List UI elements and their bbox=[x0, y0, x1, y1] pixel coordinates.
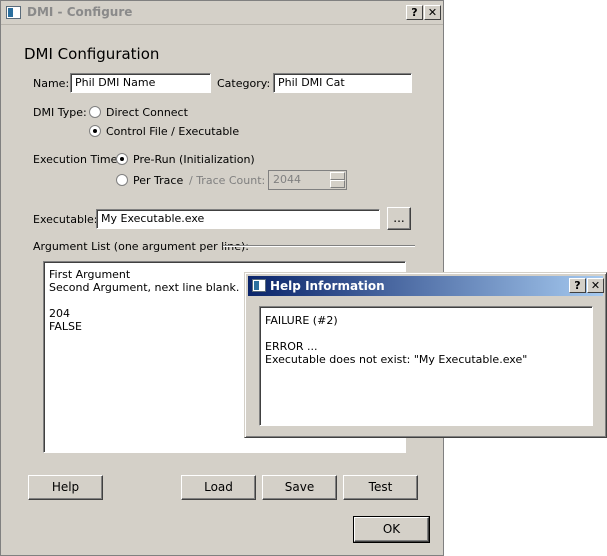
category-label: Category: bbox=[217, 77, 271, 90]
per-trace-radio[interactable] bbox=[116, 174, 128, 186]
control-file-radio[interactable] bbox=[89, 125, 101, 137]
message-line: ERROR ... bbox=[265, 340, 318, 353]
dialog-title: Help Information bbox=[270, 279, 385, 293]
trace-count-value: 2044 bbox=[273, 173, 301, 186]
help-title-button[interactable]: ? bbox=[406, 5, 423, 20]
message-line: FAILURE (#2) bbox=[265, 314, 338, 327]
message-line bbox=[265, 327, 587, 340]
direct-connect-radio[interactable] bbox=[89, 106, 101, 118]
per-trace-label[interactable]: Per Trace bbox=[133, 174, 183, 187]
help-message-box[interactable]: FAILURE (#2) ERROR ... Executable does n… bbox=[259, 306, 593, 426]
executable-field[interactable]: My Executable.exe bbox=[96, 209, 380, 229]
category-field[interactable]: Phil DMI Cat bbox=[273, 73, 412, 93]
trace-count-up-button[interactable] bbox=[330, 172, 345, 180]
help-button[interactable]: Help bbox=[28, 475, 103, 500]
name-field[interactable]: Phil DMI Name bbox=[70, 73, 211, 93]
window-title: DMI - Configure bbox=[27, 5, 133, 19]
browse-button[interactable]: ... bbox=[387, 207, 411, 230]
pre-run-radio[interactable] bbox=[116, 153, 128, 165]
name-label: Name: bbox=[33, 77, 70, 90]
executable-label: Executable: bbox=[33, 213, 98, 226]
dialog-close-button[interactable]: ✕ bbox=[587, 278, 604, 293]
page-title: DMI Configuration bbox=[24, 45, 160, 63]
pre-run-label[interactable]: Pre-Run (Initialization) bbox=[133, 153, 255, 166]
dialog-app-icon bbox=[252, 279, 266, 292]
control-file-label[interactable]: Control File / Executable bbox=[106, 125, 239, 138]
dialog-title-bar[interactable]: Help Information ? ✕ bbox=[248, 276, 604, 296]
group-divider bbox=[223, 245, 415, 247]
load-button[interactable]: Load bbox=[181, 475, 256, 500]
help-information-dialog: Help Information ? ✕ FAILURE (#2) ERROR … bbox=[244, 272, 607, 438]
ok-button[interactable]: OK bbox=[353, 516, 430, 543]
dialog-help-button[interactable]: ? bbox=[569, 278, 586, 293]
trace-count-down-button[interactable] bbox=[330, 180, 345, 188]
test-button[interactable]: Test bbox=[343, 475, 418, 500]
dmi-type-label: DMI Type: bbox=[33, 106, 87, 119]
argument-list-label: Argument List (one argument per line): bbox=[33, 240, 249, 253]
direct-connect-label[interactable]: Direct Connect bbox=[106, 106, 188, 119]
save-button[interactable]: Save bbox=[262, 475, 337, 500]
message-line: Executable does not exist: "My Executabl… bbox=[265, 353, 528, 366]
app-icon bbox=[6, 6, 21, 19]
trace-count-label: / Trace Count: bbox=[189, 174, 266, 187]
execution-time-label: Execution Time: bbox=[33, 153, 122, 166]
close-title-button[interactable]: ✕ bbox=[424, 5, 441, 20]
title-bar[interactable]: DMI - Configure ? ✕ bbox=[1, 1, 443, 25]
